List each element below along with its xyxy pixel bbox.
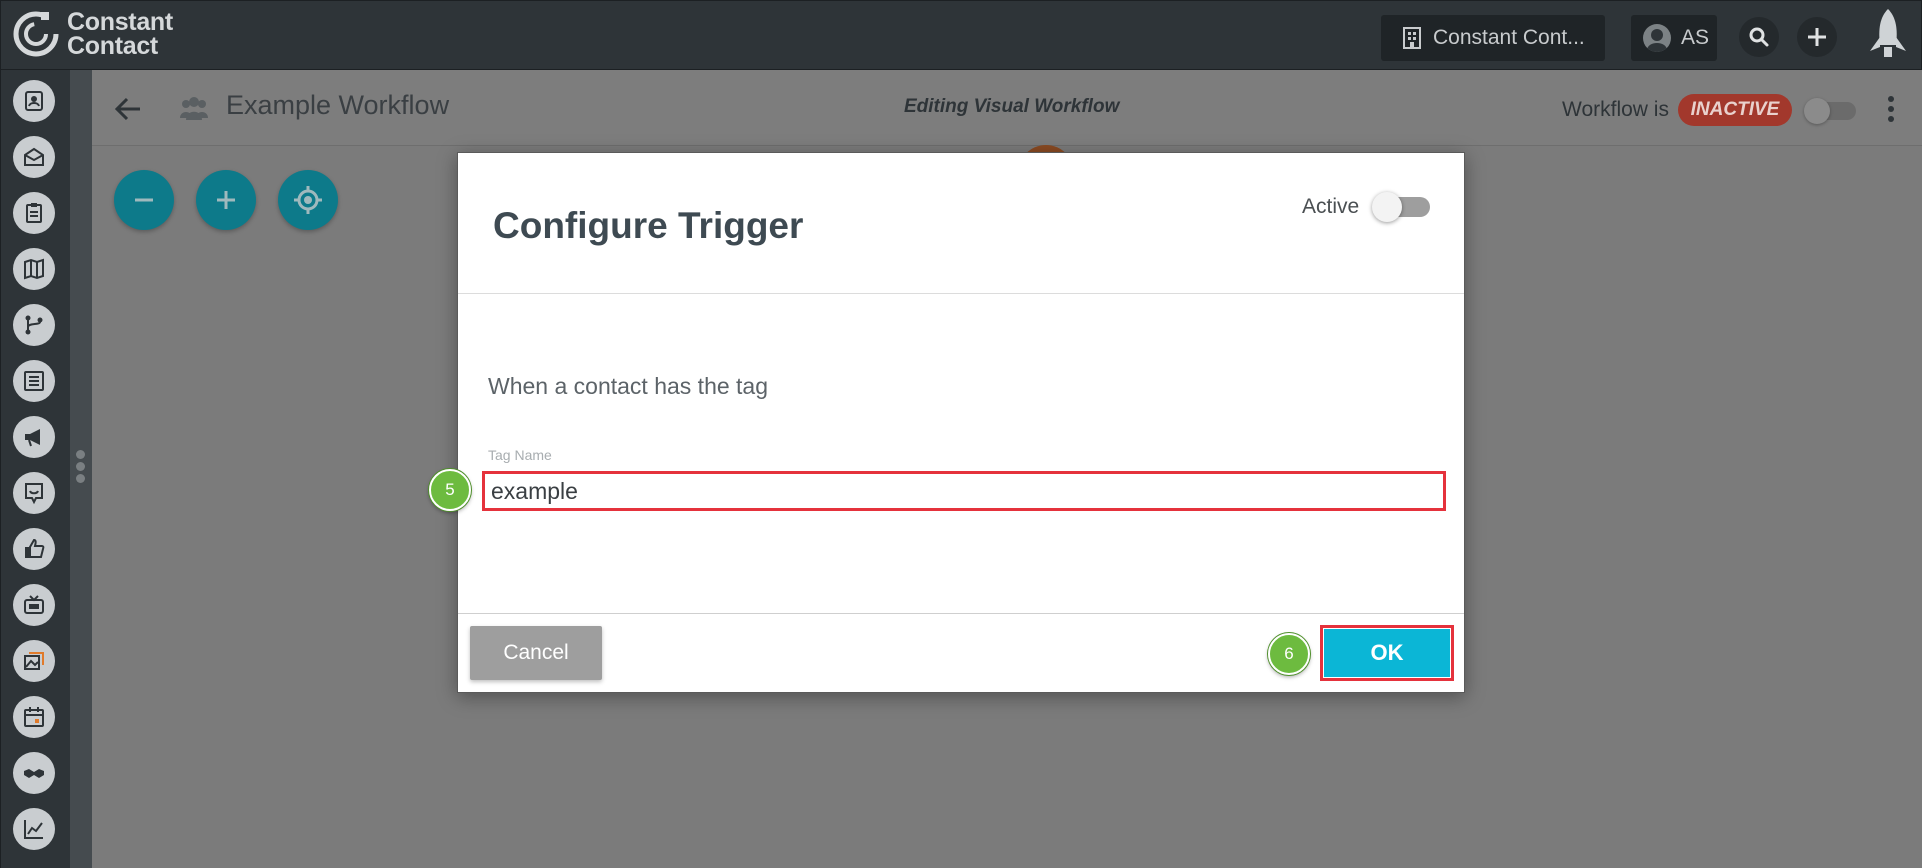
ok-button[interactable]: OK [1320,625,1454,681]
megaphone-icon [25,429,40,447]
list-icon [24,371,44,391]
brand-wordmark: Constant Contact [67,8,173,60]
brand-line-1: Constant [67,8,173,36]
sidebar-item-campaigns[interactable] [13,416,55,458]
dialog-footer: Cancel OK [458,613,1464,692]
trigger-description: When a contact has the tag [488,373,769,399]
search-button[interactable] [1739,17,1779,57]
back-arrow-icon[interactable] [114,96,142,122]
thumbs-up-icon [25,538,45,558]
launch-button[interactable] [1866,7,1910,63]
left-sidebar [0,70,70,868]
brand-logo[interactable]: Constant Contact [11,9,173,59]
step-marker-ok-button: 6 [1268,633,1310,675]
calendar-icon [24,707,44,727]
status-badge: INACTIVE [1678,94,1792,126]
survey-icon [25,483,43,505]
cancel-button[interactable]: Cancel [470,626,602,680]
workflow-icon [25,315,43,335]
plus-icon [1808,28,1826,46]
sidebar-resize-handle[interactable] [70,70,92,868]
group-users-icon [180,97,208,120]
page-header: Example Workflow Editing Visual Workflow… [92,70,1922,146]
tag-name-label: Tag Name [488,447,552,463]
email-icon [24,147,44,166]
sidebar-item-email[interactable] [13,136,55,178]
crosshair-icon [294,186,322,214]
recenter-button[interactable] [278,170,338,230]
search-icon [1749,27,1769,47]
zoom-out-button[interactable] [114,170,174,230]
user-menu-button[interactable]: AS [1631,15,1717,61]
sidebar-item-social[interactable] [13,528,55,570]
dialog-title: Configure Trigger [493,205,804,246]
editing-mode-label: Editing Visual Workflow [904,96,1120,117]
configure-trigger-dialog: Configure Trigger Active When a contact … [457,152,1465,693]
sidebar-item-forms[interactable] [13,192,55,234]
user-avatar-icon [1643,24,1671,52]
workflow-status-label: Workflow is [1562,98,1669,121]
dialog-header: Configure Trigger Active [458,153,1464,294]
account-name: Constant Cont... [1433,26,1585,49]
sidebar-item-surveys[interactable] [13,472,55,514]
sidebar-item-workflows[interactable] [13,304,55,346]
constant-contact-logo-icon [11,9,61,59]
map-icon [24,258,44,280]
user-initials: AS [1681,26,1710,49]
clipboard-icon [26,203,42,223]
workflow-active-toggle[interactable] [1804,98,1856,124]
account-switcher-button[interactable]: Constant Cont... [1381,15,1605,61]
sidebar-item-reports[interactable] [13,808,55,850]
dialog-body: When a contact has the tag Tag Name [458,295,1464,613]
more-options-icon[interactable] [1886,96,1896,126]
building-icon [1403,27,1421,49]
active-toggle-label: Active [1302,195,1360,218]
active-toggle[interactable] [1372,191,1432,222]
sidebar-item-events[interactable] [13,696,55,738]
zoom-in-button[interactable] [196,170,256,230]
toggle-knob [1372,192,1402,222]
plus-icon [217,191,235,209]
sidebar-item-partners[interactable] [13,752,55,794]
sidebar-item-video[interactable] [13,584,55,626]
sidebar-item-lists[interactable] [13,360,55,402]
step-marker-tag-field: 5 [429,469,471,511]
toggle-knob [1804,98,1830,124]
drag-handle-icon [76,450,85,486]
handshake-icon [24,769,44,778]
sidebar-item-map[interactable] [13,248,55,290]
top-bar: Constant Contact Constant Cont... AS [0,0,1922,70]
add-button[interactable] [1797,17,1837,57]
chart-icon [24,820,43,839]
tag-name-input[interactable] [482,471,1446,511]
brand-line-2: Contact [67,32,158,60]
images-icon [24,652,44,670]
minus-icon [135,198,153,202]
tv-icon [24,595,44,614]
sidebar-item-library[interactable] [13,640,55,682]
contacts-icon [25,91,43,111]
sidebar-item-contacts[interactable] [13,80,55,122]
rocket-icon [1870,9,1906,57]
workflow-title[interactable]: Example Workflow [226,90,449,121]
